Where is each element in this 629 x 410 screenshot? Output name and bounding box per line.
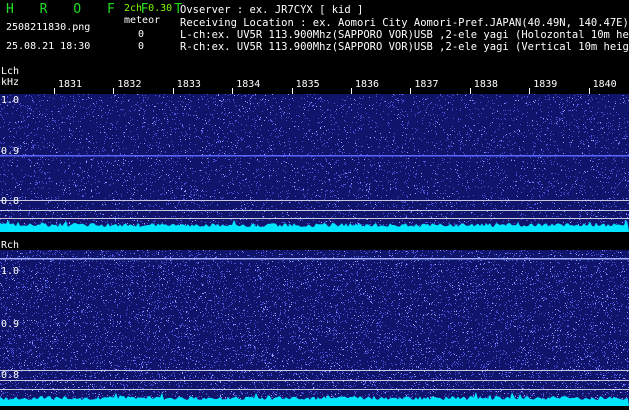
lch-grid-line	[0, 200, 629, 201]
lch-count: 0	[138, 29, 145, 40]
lch-grid-line	[0, 218, 629, 219]
datetime-label: 25.08.21 18:30	[6, 41, 91, 52]
noise-dots	[0, 94, 629, 232]
time-tick-label: 1837	[414, 79, 439, 90]
rch-info-line: R-ch:ex. UV5R 113.900Mhz(SAPPORO VOR)USB…	[180, 41, 629, 53]
time-tick-label: 1836	[355, 79, 380, 90]
time-tick-label: 1832	[117, 79, 142, 90]
rch-count: 0	[138, 41, 145, 52]
rch-tick-1-0: 1.0	[1, 266, 20, 277]
rch-tick-0-9: 0.9	[1, 319, 20, 330]
time-tick-label: 1838	[473, 79, 498, 90]
time-tick-label: 1835	[295, 79, 320, 90]
rch-grid-line	[0, 380, 629, 381]
rch-tick-0-8: 0.8	[1, 370, 20, 381]
lch-unit-label: kHz	[1, 77, 20, 88]
filename-label: 2508211830.png	[6, 22, 91, 33]
time-tick-label: 1834	[236, 79, 261, 90]
lch-tick-1-0: 1.0	[1, 95, 20, 106]
observer-line: Ovserver : ex. JR7CYX [ kid ]	[180, 4, 364, 16]
lch-tick-0-8: 0.8	[1, 196, 20, 207]
rch-noise	[0, 250, 629, 406]
version-label: 2ch 0.30	[124, 3, 173, 14]
lch-spectrogram	[0, 94, 629, 232]
lch-info-line: L-ch:ex. UV5R 113.900Mhz(SAPPORO VOR)USB…	[180, 29, 629, 41]
lch-grid-line	[0, 210, 629, 211]
rch-spectrogram	[0, 250, 629, 406]
mode-label: meteor	[124, 15, 161, 26]
carrier-trace	[0, 258, 629, 260]
rch-grid-line	[0, 370, 629, 371]
lch-noise	[0, 94, 629, 232]
rch-grid-line	[0, 389, 629, 390]
time-tick-label: 1831	[58, 79, 83, 90]
time-tick-label: 1840	[592, 79, 617, 90]
lch-label: Lch	[1, 66, 20, 77]
carrier-trace	[0, 155, 629, 157]
location-line: Receiving Location : ex. Aomori City Aom…	[180, 17, 629, 29]
time-tick-label: 1839	[533, 79, 558, 90]
lch-tick-0-9: 0.9	[1, 146, 20, 157]
time-tick-label: 1833	[176, 79, 201, 90]
signal-level	[0, 219, 629, 232]
noise-dots	[0, 250, 629, 406]
